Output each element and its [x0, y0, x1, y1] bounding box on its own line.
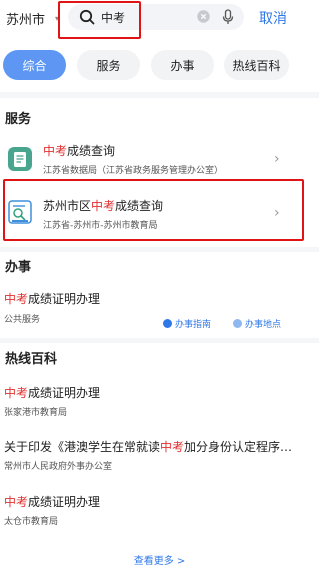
city-selector[interactable]: 苏州市 [6, 9, 45, 28]
section-divider [0, 338, 319, 343]
section-divider [0, 247, 319, 252]
hotline-item-source: 常州市人民政府外事办公室 [4, 462, 113, 472]
clear-icon[interactable] [197, 10, 210, 23]
hotline-item-source: 太仓市教育局 [4, 517, 59, 527]
tab-all[interactable]: 综合 [3, 50, 66, 80]
search-header: 苏州市 ▾ 中考 取消 [0, 0, 319, 39]
search-highlight-box [58, 1, 141, 39]
cancel-button[interactable]: 取消 [259, 8, 287, 28]
tab-hotline-wiki[interactable]: 热线百科 [224, 50, 289, 80]
location-link[interactable]: 办事地点 [233, 317, 281, 330]
guide-link[interactable]: 办事指南 [163, 317, 211, 330]
hotline-item[interactable]: 关于印发《港澳学生在常就读中考加分身份认定程序… 常州市人民政府外事办公室 [0, 432, 319, 476]
hotline-item-title: 关于印发《港澳学生在常就读中考加分身份认定程序… [4, 440, 293, 454]
hotline-item-title: 中考成绩证明办理 [4, 495, 101, 509]
hotline-section-title: 热线百科 [5, 352, 58, 367]
location-icon [233, 319, 242, 328]
services-section-title: 服务 [5, 112, 32, 127]
service-item[interactable]: 中考成绩查询 江苏省数据局（江苏省政务服务管理办公室） › [0, 136, 319, 178]
search-results-page: 苏州市 ▾ 中考 取消 综合 服务 办事 热线百科 服务 中考成绩查询 江苏省数… [0, 0, 319, 577]
service-highlight-box [3, 179, 304, 241]
affair-item-title: 中考成绩证明办理 [4, 292, 101, 306]
affair-item-category: 公共服务 [4, 315, 41, 325]
section-divider [0, 92, 319, 98]
tab-affairs[interactable]: 办事 [151, 50, 214, 80]
affair-item[interactable]: 中考成绩证明办理 公共服务 办事指南 办事地点 [0, 284, 319, 332]
service-item-title: 中考成绩查询 [43, 144, 116, 158]
hotline-item-source: 张家港市教育局 [4, 408, 68, 418]
tab-services[interactable]: 服务 [77, 50, 140, 80]
hotline-item-title: 中考成绩证明办理 [4, 386, 101, 400]
hotline-item[interactable]: 中考成绩证明办理 张家港市教育局 [0, 378, 319, 422]
service-item-provider: 江苏省数据局（江苏省政务服务管理办公室） [43, 166, 224, 176]
guide-icon [163, 319, 172, 328]
filter-tabs: 综合 服务 办事 热线百科 [0, 50, 319, 82]
chevron-right-icon: › [274, 151, 280, 167]
view-more-link[interactable]: 查看更多 > [0, 552, 319, 567]
affairs-section-title: 办事 [5, 260, 32, 275]
document-service-icon [8, 147, 32, 171]
microphone-icon[interactable] [221, 9, 235, 25]
hotline-item[interactable]: 中考成绩证明办理 太仓市教育局 [0, 487, 319, 531]
